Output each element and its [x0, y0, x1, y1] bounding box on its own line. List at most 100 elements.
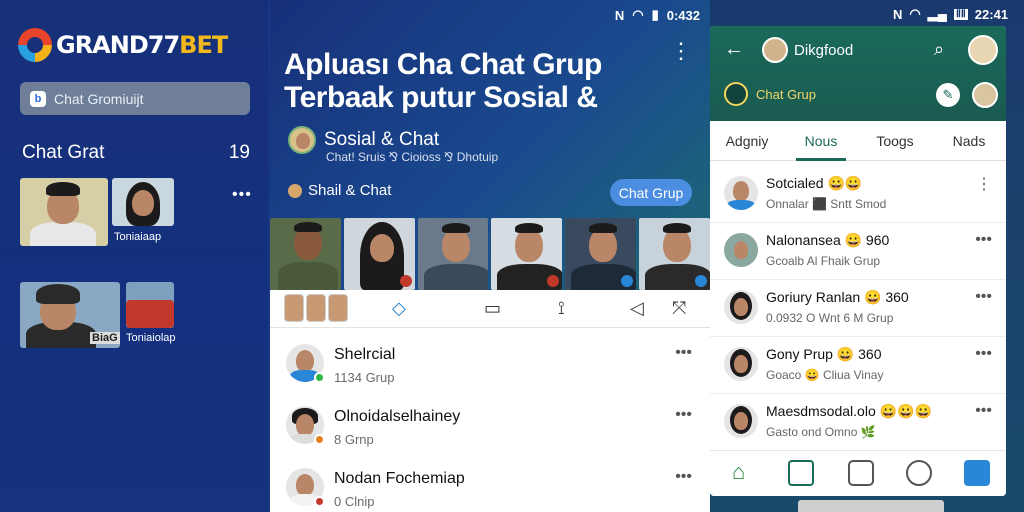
- list-item[interactable]: Goriury Ranlan 😀 360 0.0932 O Wnt 6 M Gr…: [710, 280, 1006, 337]
- more-icon[interactable]: •••: [975, 231, 992, 249]
- group-photo-1[interactable]: [20, 178, 108, 246]
- emoji-icon: [288, 183, 302, 198]
- group-photo-4[interactable]: [126, 282, 174, 328]
- middle-panel: N ◠ ▮ 0:432 Apluası Cha Chat Grup Terbaa…: [270, 0, 710, 512]
- video-tile[interactable]: [491, 218, 563, 290]
- tab-adgniy[interactable]: Adgniy: [710, 121, 784, 160]
- avatar: [724, 347, 758, 381]
- search-label: Chat Gromiuijt: [54, 90, 144, 107]
- wifi-icon: ◠: [632, 7, 644, 22]
- chat-name: Shelrcial: [334, 346, 396, 363]
- chat-name: Goriury Ranlan 😀 360: [766, 289, 909, 305]
- share-chat-label: Shail & Chat: [308, 182, 392, 199]
- chat-subtitle: Goaco 😀 Cliua Vinay: [766, 368, 884, 382]
- photo-caption: Toniaiaap: [114, 231, 162, 243]
- user-avatar[interactable]: [968, 35, 998, 65]
- page-title: Apluası Cha Chat Grup Terbaak putur Sosi…: [284, 48, 602, 114]
- video-tile[interactable]: [343, 218, 415, 290]
- list-item[interactable]: Nodan Fochemiap 0 Clnip •••: [270, 462, 710, 512]
- video-tile[interactable]: [417, 218, 489, 290]
- message-icon[interactable]: ▭: [484, 298, 501, 319]
- video-tile[interactable]: [565, 218, 637, 290]
- title-line-2: Terbaak putur Sosial &: [284, 81, 598, 114]
- pin-icon[interactable]: ⟟: [558, 298, 565, 319]
- title-line-1: Apluası Cha Chat Grup: [284, 48, 602, 81]
- send-icon[interactable]: ◁: [630, 298, 644, 319]
- more-icon[interactable]: •••: [975, 345, 992, 363]
- expand-icon[interactable]: ⤧: [672, 298, 686, 319]
- more-icon[interactable]: •••: [675, 344, 692, 362]
- tag-icon[interactable]: ◇: [392, 298, 406, 319]
- heading-text: Chat Grat: [22, 142, 105, 163]
- back-arrow-icon[interactable]: ←: [724, 38, 744, 61]
- list-item[interactable]: Shelrcial 1134 Grup •••: [270, 338, 710, 400]
- mic-off-icon: [399, 275, 412, 287]
- status-time: 0:432: [666, 7, 700, 23]
- chats-icon[interactable]: [788, 460, 814, 486]
- logo-text: GRAND77: [56, 31, 180, 59]
- video-tile[interactable]: [270, 218, 341, 290]
- status-time: 22:41: [974, 6, 1009, 22]
- chat-name: Sotcialed 😀😀: [766, 175, 863, 191]
- battery-icon: ⅡⅡ: [953, 8, 968, 20]
- brand-logo[interactable]: GRAND77BET: [18, 28, 228, 62]
- group-photo-2[interactable]: [112, 178, 174, 226]
- chat-group-selector[interactable]: Chat Grup: [724, 82, 816, 106]
- more-icon[interactable]: •••: [675, 468, 692, 486]
- menu-icon[interactable]: [964, 460, 990, 486]
- nfc-icon: N: [614, 7, 625, 23]
- app-icon: b: [30, 90, 46, 107]
- logo-text-accent: BET: [179, 31, 228, 59]
- share-chat-link[interactable]: Shail & Chat: [288, 182, 391, 199]
- tab-toogs[interactable]: Toogs: [858, 121, 932, 160]
- chat-search-button[interactable]: b Chat Gromiuijt: [20, 82, 250, 115]
- group-icon: [724, 82, 748, 106]
- notifications-icon[interactable]: [848, 460, 874, 486]
- overflow-menu-icon[interactable]: ⋮: [670, 40, 692, 62]
- online-badge: [314, 372, 325, 383]
- search-icon[interactable]: ⌕: [934, 39, 944, 60]
- list-item[interactable]: Sotcialed 😀😀 Onnalar ⬛ Sntt Smod ⋮: [710, 166, 1006, 223]
- tab-nous[interactable]: Nous: [784, 121, 858, 161]
- chat-name: Olnoidalselhainey: [334, 408, 461, 425]
- compose-icon[interactable]: ✎: [936, 83, 960, 107]
- chat-subtitle: 8 Grnp: [334, 432, 374, 447]
- video-tiles: [270, 218, 710, 290]
- video-tile[interactable]: [639, 218, 710, 290]
- overflow-menu-icon[interactable]: ⋮: [976, 174, 992, 194]
- calls-icon[interactable]: [906, 460, 932, 486]
- group-avatar: [288, 126, 316, 154]
- chat-name: Maesdmsodal.olo 😀😀😀: [766, 403, 932, 419]
- avatar: [724, 233, 758, 267]
- battery-icon: ▮: [651, 7, 659, 22]
- hero-header: N ◠ ▮ 0:432 Apluası Cha Chat Grup Terbaa…: [270, 0, 710, 290]
- list-item[interactable]: Olnoidalselhainey 8 Grnp •••: [270, 400, 710, 462]
- more-icon[interactable]: •••: [975, 402, 992, 420]
- mic-icon: [694, 275, 707, 287]
- status-bar: N ◠ ▮ 0:432: [615, 7, 700, 23]
- more-icon[interactable]: •••: [675, 406, 692, 424]
- tab-nads[interactable]: Nads: [932, 121, 1006, 160]
- chat-subtitle: 0.0932 O Wnt 6 M Grup: [766, 311, 894, 325]
- chat-name: Nalonansea 😀 960: [766, 232, 890, 248]
- header-avatar[interactable]: [762, 37, 788, 63]
- heading-count: 19: [228, 142, 250, 163]
- participant-thumbnails[interactable]: [284, 294, 348, 322]
- home-icon[interactable]: ⌂: [732, 460, 758, 486]
- list-item[interactable]: Maesdmsodal.olo 😀😀😀 Gasto ond Omno 🌿 •••: [710, 394, 1006, 451]
- chat-subtitle: 1134 Grup: [334, 370, 395, 385]
- more-icon[interactable]: •••: [232, 186, 252, 204]
- app-header: ← Dikgfood ⌕ Chat Grup ✎: [710, 26, 1006, 121]
- member-avatar[interactable]: [972, 82, 998, 108]
- list-item[interactable]: Nalonansea 😀 960 Gcoalb Al Fhaik Grup ••…: [710, 223, 1006, 280]
- chat-subtitle: Gasto ond Omno 🌿: [766, 425, 876, 439]
- section-heading: Chat Grat 19: [22, 142, 250, 164]
- list-item[interactable]: Gony Prup 😀 360 Goaco 😀 Cliua Vinay •••: [710, 337, 1006, 394]
- chat-list-panel: ◇ ▭ ⟟ ◁ ⤧ Shelrcial 1134 Grup ••• Olnoid…: [270, 290, 710, 512]
- logo-mark-icon: [18, 28, 52, 62]
- avatar: [724, 176, 758, 210]
- photo-tag: BiaG: [90, 332, 120, 344]
- more-icon[interactable]: •••: [975, 288, 992, 306]
- group-subtitle: Chat! Sruis ⅋ Cioioss ⅋ Dhotuip: [326, 150, 499, 164]
- chat-group-button[interactable]: Chat Grup: [610, 179, 692, 206]
